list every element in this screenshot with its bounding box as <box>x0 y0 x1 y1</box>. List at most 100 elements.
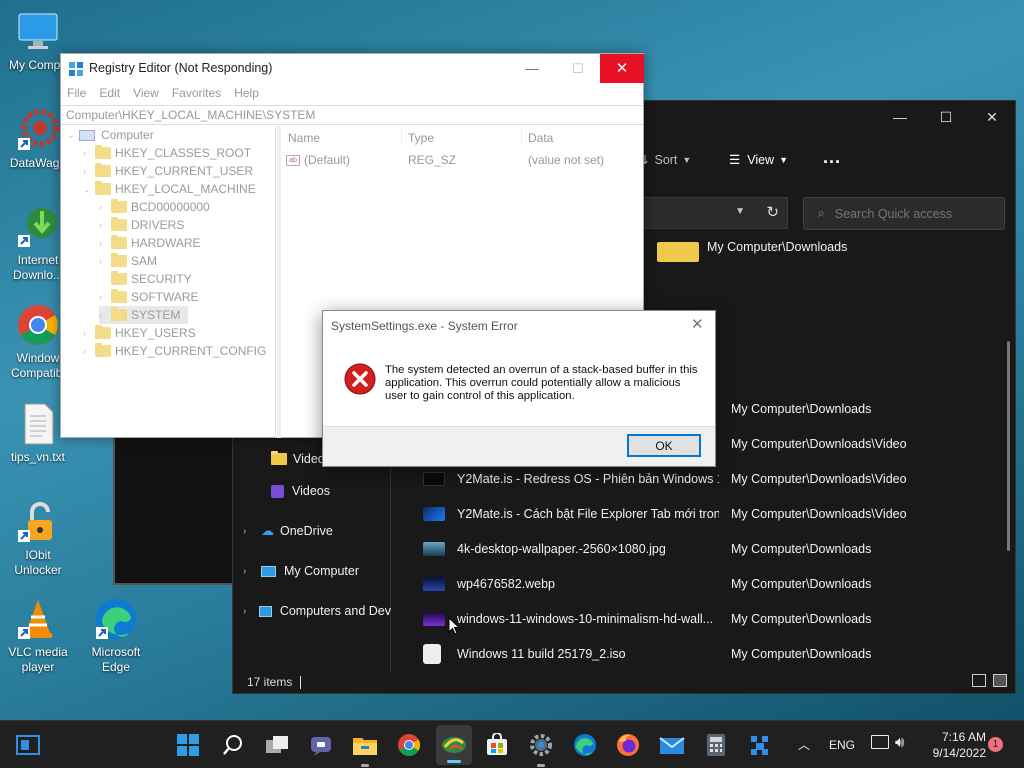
desktop-icon-iobit[interactable]: IObit Unlocker <box>0 500 76 578</box>
chrome-icon <box>16 303 60 347</box>
folder-icon <box>657 242 699 262</box>
folder-icon <box>111 199 127 213</box>
tree-node-bcd[interactable]: › BCD00000000 <box>99 198 210 216</box>
internet-download-manager-icon[interactable] <box>436 725 472 765</box>
calculator-icon[interactable] <box>700 729 732 761</box>
clock-date: 9/14/2022 <box>932 746 986 760</box>
nav-item-computers-devices[interactable]: › Computers and Dev <box>233 594 391 628</box>
edge-icon <box>94 597 138 641</box>
details-view-button[interactable] <box>972 674 986 687</box>
background-window[interactable] <box>113 430 238 585</box>
table-row[interactable]: 4k-desktop-wallpaper.-2560×1080.jpg My Co… <box>423 531 871 566</box>
microsoft-store-icon[interactable] <box>481 729 513 761</box>
menu-help[interactable]: Help <box>234 86 259 100</box>
folder-icon <box>111 253 127 267</box>
chrome-icon[interactable] <box>393 729 425 761</box>
regedit-app-icon <box>68 61 84 77</box>
tree-node-hkcu[interactable]: › HKEY_CURRENT_USER <box>83 162 253 180</box>
menu-favorites[interactable]: Favorites <box>172 86 221 100</box>
search-icon: ⌕ <box>818 206 825 220</box>
system-clock[interactable]: 7:16 AM 9/14/2022 <box>920 729 986 761</box>
network-icon <box>258 605 272 617</box>
tree-node-sam[interactable]: › SAM <box>99 252 157 270</box>
tree-node-system[interactable]: › SYSTEM <box>99 306 189 324</box>
teams-chat-icon[interactable] <box>305 729 337 761</box>
column-header-type[interactable]: Type <box>408 131 434 145</box>
image-thumbnail-icon <box>423 541 445 556</box>
nav-item-videos[interactable]: Videos <box>233 474 391 508</box>
settings-gear-icon[interactable] <box>525 729 557 767</box>
address-bar[interactable]: Computer\HKEY_LOCAL_MACHINE\SYSTEM <box>61 105 643 125</box>
tree-node-hkcc[interactable]: › HKEY_CURRENT_CONFIG <box>83 342 266 360</box>
close-button[interactable]: ✕ <box>600 54 644 83</box>
nav-item-my-computer[interactable]: › My Computer <box>233 554 391 588</box>
view-button[interactable]: ☰ View ▼ <box>729 152 788 168</box>
folder-icon <box>271 451 287 465</box>
menu-bar: File Edit View Favorites Help <box>67 86 259 100</box>
language-indicator[interactable]: ENG <box>829 738 855 752</box>
status-item-count: 17 items <box>247 675 293 689</box>
computer-icon <box>79 129 95 141</box>
close-button[interactable]: ✕ <box>969 101 1015 133</box>
image-thumbnail-icon <box>423 576 445 591</box>
clock-time: 7:16 AM <box>941 730 986 744</box>
task-view-icon[interactable] <box>261 729 293 761</box>
window-title: Registry Editor (Not Responding) <box>89 61 273 75</box>
menu-edit[interactable]: Edit <box>99 86 120 100</box>
search-box[interactable]: ⌕ <box>803 197 1005 230</box>
menu-file[interactable]: File <box>67 86 86 100</box>
address-bar[interactable]: ▼ ↻ <box>643 197 788 229</box>
tree-node-hklm[interactable]: ⌄ HKEY_LOCAL_MACHINE <box>83 180 256 198</box>
network-monitor-icon[interactable] <box>871 735 889 749</box>
sort-button[interactable]: ⇅Sort▼ <box>638 152 691 168</box>
show-desktop-icon[interactable] <box>12 729 44 761</box>
disc-image-icon <box>423 643 441 664</box>
tree-node-computer[interactable]: ⌄ Computer <box>67 126 154 144</box>
minimize-button[interactable]: — <box>509 56 555 82</box>
network-cubes-icon[interactable] <box>744 729 776 761</box>
tree-node-software[interactable]: › SOFTWARE <box>99 288 199 306</box>
maximize-button[interactable]: ☐ <box>923 101 969 133</box>
video-thumbnail-icon <box>423 471 445 486</box>
table-row[interactable]: windows-11-windows-10-minimalism-hd-wall… <box>423 601 871 636</box>
column-header-data[interactable]: Data <box>528 131 553 145</box>
edge-icon[interactable] <box>569 729 601 761</box>
search-icon[interactable] <box>217 729 249 761</box>
desktop-icon-vlc[interactable]: VLC media player <box>0 597 76 675</box>
tree-node-drivers[interactable]: › DRIVERS <box>99 216 184 234</box>
tree-node-security[interactable]: SECURITY <box>99 270 192 288</box>
speaker-icon[interactable]: 🔊︎ <box>895 734 904 751</box>
notification-badge[interactable]: 1 <box>988 737 1003 752</box>
monitor-icon <box>16 10 60 54</box>
start-button[interactable] <box>172 729 204 761</box>
mail-icon[interactable] <box>656 729 688 761</box>
dialog-close-button[interactable]: ✕ <box>691 315 704 333</box>
table-row[interactable]: Windows 11 build 25179_2.iso My Computer\… <box>423 636 871 671</box>
chevron-up-icon[interactable]: ︿ <box>798 736 810 753</box>
table-row[interactable]: Y2Mate.is - Cách bật File Explorer Tab m… <box>423 496 907 531</box>
tiles-view-button[interactable] <box>993 674 1007 687</box>
folder-icon <box>111 271 127 285</box>
folder-icon <box>95 343 111 357</box>
scrollbar[interactable] <box>1007 341 1010 551</box>
tree-node-hku[interactable]: › HKEY_USERS <box>83 324 196 342</box>
maximize-button[interactable]: ☐ <box>555 56 601 82</box>
refresh-icon[interactable]: ↻ <box>766 203 779 221</box>
table-row[interactable]: wp4676582.webp My Computer\Downloads <box>423 566 871 601</box>
firefox-icon[interactable] <box>612 729 644 761</box>
file-explorer-icon[interactable] <box>349 729 381 767</box>
desktop-icon-label: IObit Unlocker <box>14 548 62 577</box>
system-error-dialog[interactable]: SystemSettings.exe - System Error ✕ The … <box>322 310 716 467</box>
tree-node-hardware[interactable]: › HARDWARE <box>99 234 201 252</box>
search-input[interactable] <box>834 206 985 221</box>
ok-button[interactable]: OK <box>627 434 701 457</box>
nav-item-onedrive[interactable]: › ☁ OneDrive <box>233 514 391 548</box>
desktop-icon-edge[interactable]: Microsoft Edge <box>78 597 154 675</box>
tree-node-hkcr[interactable]: › HKEY_CLASSES_ROOT <box>83 144 251 162</box>
column-header-name[interactable]: Name <box>288 131 320 145</box>
minimize-button[interactable]: — <box>877 101 923 133</box>
more-options-button[interactable]: ... <box>823 147 841 168</box>
chevron-down-icon: ▼ <box>735 206 745 217</box>
table-row[interactable]: ab (Default) <box>286 153 350 167</box>
menu-view[interactable]: View <box>133 86 159 100</box>
